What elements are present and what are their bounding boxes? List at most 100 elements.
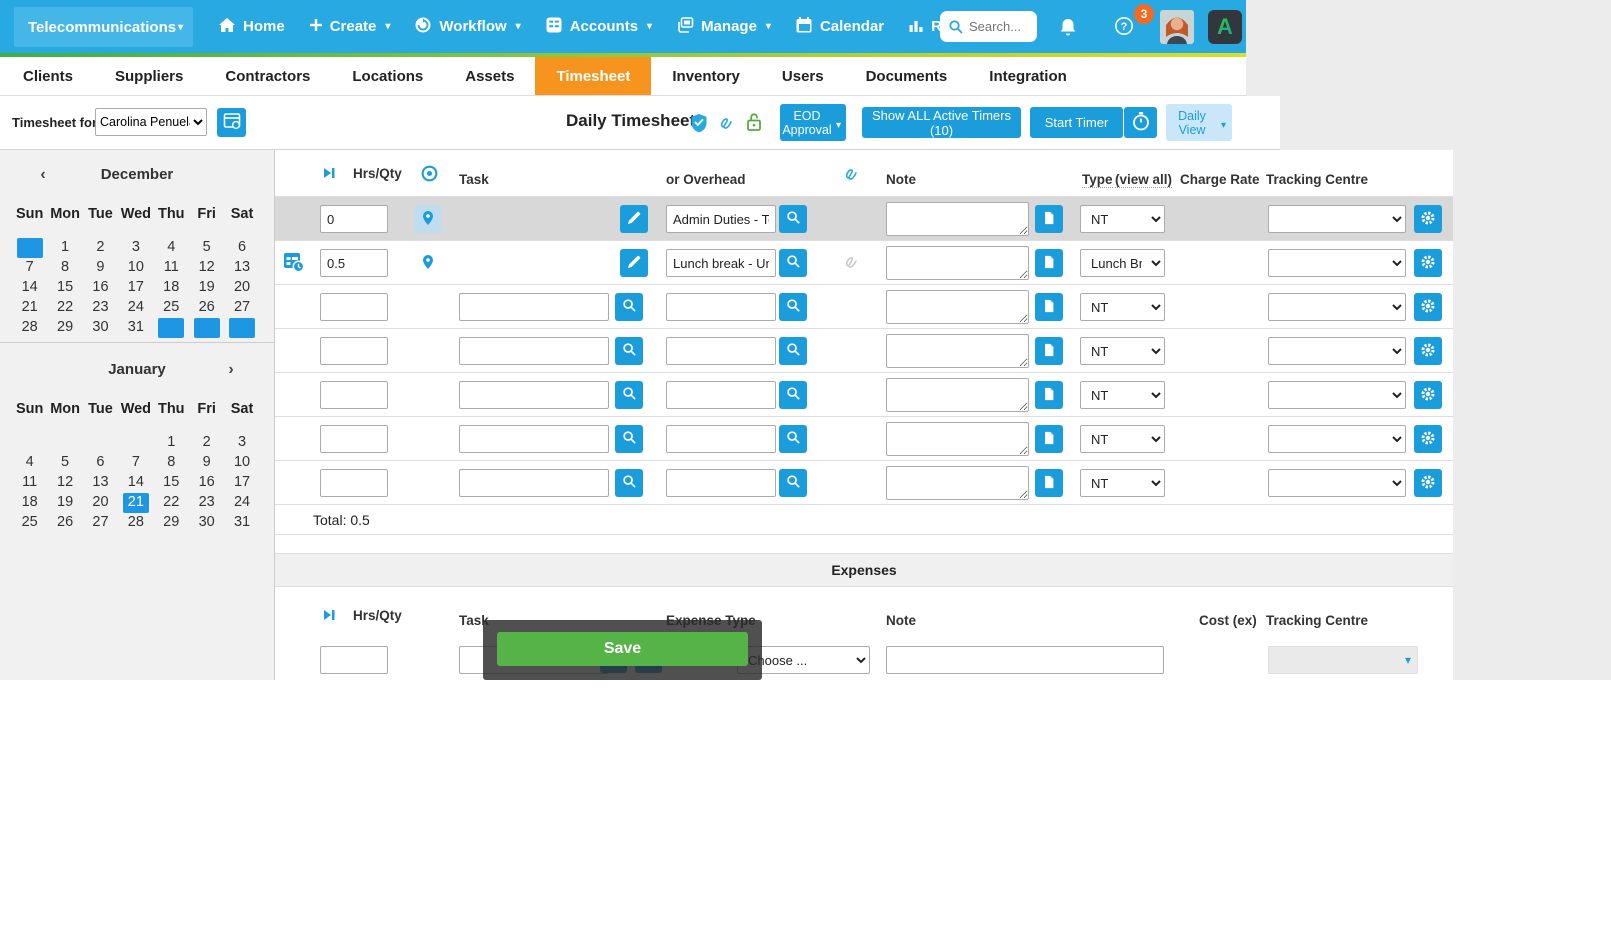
overhead-input[interactable] xyxy=(666,337,776,365)
unlock-icon[interactable] xyxy=(746,112,762,137)
hrs-input[interactable] xyxy=(320,205,388,233)
note-textarea[interactable] xyxy=(886,202,1029,236)
note-textarea[interactable] xyxy=(886,422,1029,456)
hrs-input[interactable] xyxy=(320,293,388,321)
note-document-button[interactable] xyxy=(1035,381,1063,409)
nav-workflow[interactable]: Workflow ▾ xyxy=(408,0,526,53)
calendar-day[interactable]: 5 xyxy=(52,453,78,473)
calendar-day[interactable]: 8 xyxy=(158,453,184,473)
calendar-day[interactable]: 21 xyxy=(122,493,149,513)
calendar-day[interactable]: 28 xyxy=(123,513,149,533)
tab-documents[interactable]: Documents xyxy=(845,57,969,95)
calendar-day[interactable]: 27 xyxy=(229,298,255,318)
calendar-day[interactable]: 26 xyxy=(52,513,78,533)
calendar-day[interactable]: 7 xyxy=(123,453,149,473)
type-select[interactable]: NT xyxy=(1080,381,1165,409)
overhead-search-button[interactable] xyxy=(779,425,807,453)
note-document-button[interactable] xyxy=(1035,293,1063,321)
tab-timesheet[interactable]: Timesheet xyxy=(535,57,652,95)
calendar-day[interactable]: 15 xyxy=(158,473,184,493)
tab-assets[interactable]: Assets xyxy=(444,57,535,95)
row-settings-button[interactable] xyxy=(1414,337,1442,365)
calendar-day[interactable]: 17 xyxy=(229,473,255,493)
expense-note-input[interactable] xyxy=(886,646,1164,674)
nav-create[interactable]: Create ▾ xyxy=(303,0,397,53)
task-input[interactable] xyxy=(459,337,609,365)
hrs-input[interactable] xyxy=(320,337,388,365)
calendar-day[interactable]: 4 xyxy=(17,453,43,473)
calendar-day[interactable]: 24 xyxy=(123,298,149,318)
note-document-button[interactable] xyxy=(1035,249,1063,277)
tab-clients[interactable]: Clients xyxy=(2,57,94,95)
note-textarea[interactable] xyxy=(886,378,1029,412)
task-search-button[interactable] xyxy=(615,337,643,365)
nav-calendar[interactable]: Calendar xyxy=(789,0,890,53)
calendar-day[interactable]: 18 xyxy=(158,278,184,298)
tab-users[interactable]: Users xyxy=(761,57,845,95)
timesheet-user-select[interactable]: Carolina Penuela xyxy=(95,108,207,136)
signature-squiggle-icon[interactable] xyxy=(718,115,738,136)
hrs-input[interactable] xyxy=(320,425,388,453)
calendar-day[interactable]: 9 xyxy=(87,258,113,278)
overhead-search-button[interactable] xyxy=(779,469,807,497)
calendar-day[interactable]: 27 xyxy=(87,513,113,533)
type-select[interactable]: NT xyxy=(1080,425,1165,453)
calendar-day[interactable]: 30 xyxy=(87,318,113,338)
note-textarea[interactable] xyxy=(886,334,1029,368)
calendar-day[interactable]: 14 xyxy=(123,473,149,493)
calendar-day[interactable]: 18 xyxy=(17,493,43,513)
tracking-centre-select[interactable] xyxy=(1268,205,1406,233)
calendar-day[interactable]: 12 xyxy=(194,258,220,278)
calendar-day[interactable]: 21 xyxy=(17,298,43,318)
tab-locations[interactable]: Locations xyxy=(331,57,444,95)
type-select[interactable]: NT xyxy=(1080,469,1165,497)
calendar-day[interactable]: 23 xyxy=(194,493,220,513)
notifications-bell-icon[interactable] xyxy=(1059,17,1077,42)
tracking-centre-select[interactable] xyxy=(1268,381,1406,409)
task-search-button[interactable] xyxy=(615,425,643,453)
overhead-input[interactable] xyxy=(666,293,776,321)
type-select[interactable]: NT xyxy=(1080,205,1165,233)
tracking-centre-select[interactable] xyxy=(1268,249,1406,277)
calendar-day[interactable]: 23 xyxy=(87,298,113,318)
calendar-day[interactable]: 1 xyxy=(52,238,78,258)
eod-approval-button[interactable]: EOD Approval ▾ xyxy=(780,104,846,141)
nav-manage[interactable]: Manage ▾ xyxy=(670,0,777,53)
app-logo[interactable]: A xyxy=(1208,10,1242,44)
signature-squiggle-icon[interactable] xyxy=(843,166,863,185)
calendar-day[interactable]: 2 xyxy=(87,238,113,258)
tracking-centre-select[interactable] xyxy=(1268,469,1406,497)
type-select[interactable]: Lunch Bre xyxy=(1080,249,1165,277)
calendar-day[interactable]: 10 xyxy=(229,453,255,473)
location-pin-button[interactable] xyxy=(414,249,442,277)
task-input[interactable] xyxy=(459,293,609,321)
calendar-day[interactable]: 4 xyxy=(158,238,184,258)
view-all-link[interactable]: (view all) xyxy=(1115,172,1173,188)
calendar-day[interactable]: 5 xyxy=(194,238,220,258)
calendar-day[interactable]: 24 xyxy=(229,493,255,513)
overhead-input[interactable] xyxy=(666,469,776,497)
calendar-day[interactable]: 25 xyxy=(17,513,43,533)
hrs-input[interactable] xyxy=(320,249,388,277)
calendar-day[interactable]: 16 xyxy=(194,473,220,493)
nav-accounts[interactable]: Accounts ▾ xyxy=(539,0,658,53)
overhead-search-button[interactable] xyxy=(779,205,807,233)
calendar-day[interactable]: 17 xyxy=(123,278,149,298)
tracking-centre-select[interactable] xyxy=(1268,337,1406,365)
calendar-day[interactable]: 26 xyxy=(194,298,220,318)
row-settings-button[interactable] xyxy=(1414,425,1442,453)
tab-inventory[interactable]: Inventory xyxy=(651,57,761,95)
calendar-day[interactable]: 22 xyxy=(52,298,78,318)
timesheet-settings-button[interactable] xyxy=(217,108,246,137)
task-input[interactable] xyxy=(459,469,609,497)
note-document-button[interactable] xyxy=(1035,337,1063,365)
calendar-day[interactable]: 14 xyxy=(17,278,43,298)
calendar-day[interactable]: 11 xyxy=(158,258,184,278)
calendar-day[interactable]: 29 xyxy=(52,318,78,338)
view-mode-button[interactable]: Daily View ▾ xyxy=(1166,104,1232,141)
calendar-day[interactable]: 3 xyxy=(229,433,255,453)
notification-count-badge[interactable]: 3 xyxy=(1134,4,1154,24)
overhead-input[interactable] xyxy=(666,249,776,277)
type-select[interactable]: NT xyxy=(1080,293,1165,321)
calendar-day[interactable]: 20 xyxy=(229,278,255,298)
